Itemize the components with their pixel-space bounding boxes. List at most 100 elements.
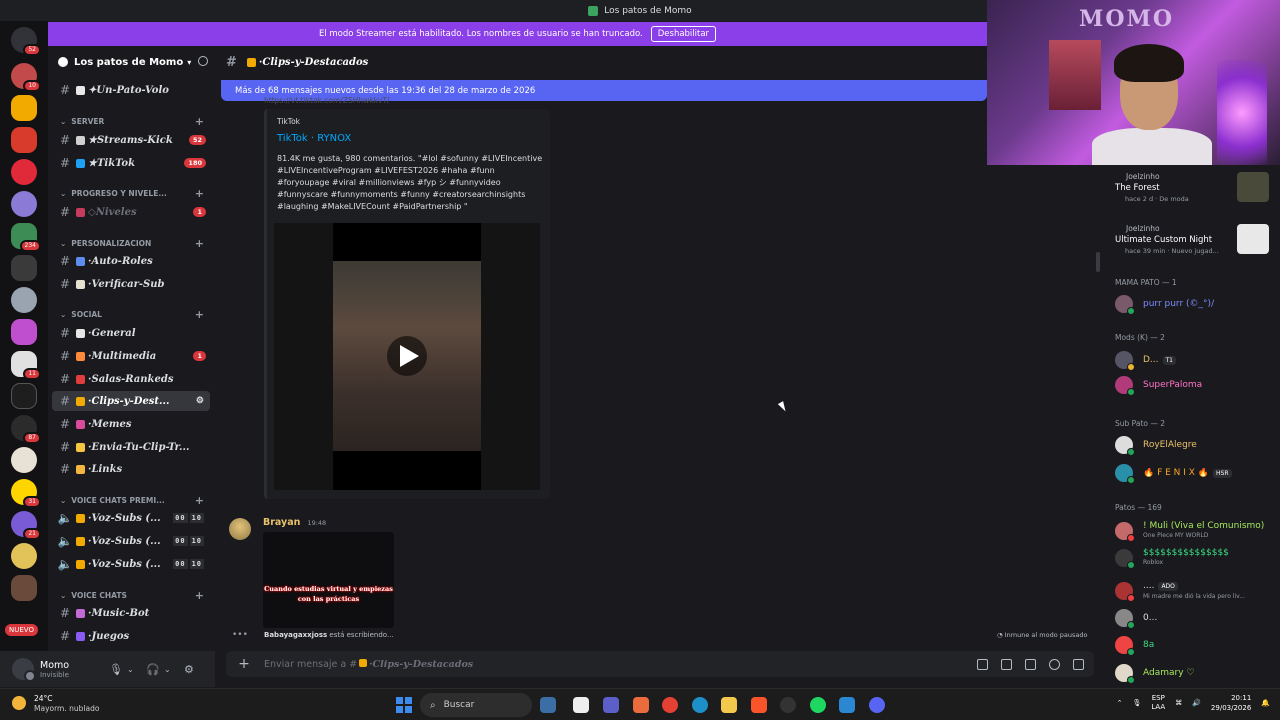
obs-icon[interactable] bbox=[780, 697, 796, 713]
channel-item[interactable]: 🔈 ·Voz-Subs (... 00 10 bbox=[52, 508, 210, 528]
server-icon[interactable] bbox=[11, 383, 37, 409]
member-row[interactable]: SuperPaloma bbox=[1115, 374, 1277, 396]
disable-streamer-button[interactable]: Deshabilitar bbox=[650, 26, 717, 42]
emoji-icon[interactable] bbox=[1049, 658, 1060, 670]
member-row[interactable]: $$$$$$$$$$$$$$$ Roblox bbox=[1115, 547, 1277, 569]
gear-icon[interactable]: ⚙ bbox=[184, 663, 194, 676]
server-header[interactable]: Los patos de Momo ▾ bbox=[58, 54, 208, 70]
language-indicator[interactable]: ESP LAA bbox=[1151, 694, 1165, 712]
volume-icon[interactable]: 🔊 bbox=[1192, 699, 1201, 707]
server-icon[interactable] bbox=[11, 159, 37, 185]
teams-icon[interactable] bbox=[603, 697, 619, 713]
channel-category[interactable]: ⌄ VOICE CHATS + bbox=[60, 588, 204, 602]
channel-item[interactable]: # ·Verificar-Sub bbox=[52, 274, 210, 294]
server-icon[interactable] bbox=[11, 575, 37, 601]
chevron-up-icon[interactable]: ⌃ bbox=[1117, 699, 1123, 707]
brave-icon[interactable] bbox=[751, 697, 767, 713]
message-attachment[interactable]: Cuando estudias virtual y empiezas con l… bbox=[263, 532, 394, 628]
copilot-icon[interactable] bbox=[540, 697, 556, 713]
chrome-icon[interactable] bbox=[662, 697, 678, 713]
network-icon[interactable]: ⌘ bbox=[1175, 699, 1182, 707]
server-icon[interactable]: 11 bbox=[11, 351, 41, 380]
server-icon[interactable] bbox=[11, 543, 37, 569]
member-row[interactable]: 🔥 F E N I X 🔥 HSR bbox=[1115, 462, 1277, 484]
channel-category[interactable]: ⌄ SERVER + bbox=[60, 114, 204, 128]
avatar[interactable] bbox=[229, 518, 251, 540]
channel-item[interactable]: # ✦Un-Pato-Volo bbox=[52, 80, 210, 100]
channel-item[interactable]: # ★Streams-Kick 52 bbox=[52, 130, 210, 150]
dm-home-icon[interactable]: 52 bbox=[11, 27, 41, 56]
member-row[interactable]: 8a bbox=[1115, 634, 1277, 656]
weather-widget[interactable]: 24°C Mayorm. nublado bbox=[12, 694, 99, 714]
channel-category[interactable]: ⌄ PROGRESO Y NIVELE... + bbox=[60, 186, 204, 200]
channel-category[interactable]: ⌄ PERSONALIZACION + bbox=[60, 236, 204, 250]
embed-video[interactable] bbox=[274, 223, 540, 490]
add-channel-icon[interactable]: + bbox=[195, 308, 204, 321]
server-icon[interactable]: 10 bbox=[11, 63, 41, 92]
microphone-icon[interactable]: 🎙 bbox=[109, 663, 123, 676]
channel-item[interactable]: 🔈 ·Voz-Subs (... 00 10 bbox=[52, 554, 210, 574]
channel-item[interactable]: # ◇Niveles 1 bbox=[52, 202, 210, 222]
gif-icon[interactable] bbox=[1001, 658, 1012, 670]
server-icon[interactable] bbox=[11, 95, 37, 121]
windows-start-icon[interactable] bbox=[396, 697, 412, 713]
channel-item[interactable]: # ·Auto-Roles bbox=[52, 251, 210, 271]
invite-icon[interactable] bbox=[198, 56, 208, 66]
add-channel-icon[interactable]: + bbox=[195, 237, 204, 250]
server-icon[interactable]: 234 bbox=[11, 223, 41, 252]
gift-icon[interactable] bbox=[977, 658, 988, 670]
member-row[interactable]: purr purr (©_°)/ bbox=[1115, 293, 1277, 315]
add-channel-icon[interactable]: + bbox=[195, 115, 204, 128]
channel-item[interactable]: # ·Juegos bbox=[52, 626, 210, 646]
server-icon[interactable]: 21 bbox=[11, 511, 41, 540]
channel-item[interactable]: # ·General bbox=[52, 323, 210, 343]
activity-card[interactable]: Joelzinho The Forest hace 2 d · De moda bbox=[1115, 172, 1275, 203]
task-view-icon[interactable] bbox=[573, 697, 589, 713]
message-link[interactable]: https://vt.tiktok.com/ZSHhwkkvT/ bbox=[264, 96, 464, 105]
server-icon[interactable] bbox=[11, 319, 37, 345]
channel-item[interactable]: # ·Clips-y-Dest... ⚙ bbox=[52, 391, 210, 411]
mic-tray-icon[interactable]: 🎙 bbox=[1132, 699, 1141, 707]
headphones-icon[interactable]: 🎧 bbox=[146, 663, 160, 676]
server-icon[interactable] bbox=[11, 287, 37, 313]
channel-item[interactable]: # ★TikTok 180 bbox=[52, 153, 210, 173]
file-explorer-icon[interactable] bbox=[721, 697, 737, 713]
channel-item[interactable]: # ·Links bbox=[52, 459, 210, 479]
server-icon[interactable] bbox=[11, 191, 37, 217]
edge-icon[interactable] bbox=[692, 697, 708, 713]
message-composer[interactable]: + Enviar mensaje a # ·Clips-y-Destacados bbox=[226, 651, 1094, 677]
discord-icon[interactable] bbox=[869, 697, 885, 713]
channel-category[interactable]: ⌄ VOICE CHATS PREMI... + bbox=[60, 493, 204, 507]
apps-icon[interactable] bbox=[1073, 658, 1084, 670]
channel-item[interactable]: 🔈 ·Voz-Subs (... 00 10 bbox=[52, 531, 210, 551]
play-icon[interactable] bbox=[387, 336, 427, 376]
composer-placeholder[interactable]: Enviar mensaje a # ·Clips-y-Destacados bbox=[264, 658, 473, 670]
chevron-down-icon[interactable]: ⌄ bbox=[127, 665, 134, 674]
server-icon[interactable] bbox=[11, 447, 37, 473]
member-row[interactable]: .... ADO Mi madre me dió la vida pero liv.… bbox=[1115, 580, 1277, 602]
server-icon[interactable]: 87 bbox=[11, 415, 41, 444]
sticker-icon[interactable] bbox=[1025, 658, 1036, 670]
clock[interactable]: 20:11 29/03/2026 bbox=[1211, 693, 1251, 713]
avatar[interactable] bbox=[12, 658, 36, 682]
store-icon[interactable] bbox=[839, 697, 855, 713]
taskbar-search[interactable]: ⌕ Buscar bbox=[420, 693, 532, 717]
channel-category[interactable]: ⌄ SOCIAL + bbox=[60, 307, 204, 321]
channel-item[interactable]: # ·Salas-Rankeds bbox=[52, 369, 210, 389]
member-row[interactable]: 0... bbox=[1115, 607, 1277, 629]
message-author[interactable]: Brayan bbox=[263, 517, 300, 528]
embed-title[interactable]: TikTok · RYNOX bbox=[277, 133, 351, 144]
member-row[interactable]: ! Muli (Viva el Comunismo) One Piece MY W… bbox=[1115, 520, 1277, 542]
channel-item[interactable]: # ·Music-Bot bbox=[52, 603, 210, 623]
gear-icon[interactable]: ⚙ bbox=[196, 396, 204, 406]
server-icon[interactable] bbox=[11, 255, 37, 281]
channel-item[interactable]: # ·Envia-Tu-Clip-Tr... bbox=[52, 437, 210, 457]
add-channel-icon[interactable]: + bbox=[195, 187, 204, 200]
notification-icon[interactable]: 🔔 bbox=[1261, 699, 1270, 707]
member-row[interactable]: D... T1 bbox=[1115, 349, 1277, 371]
chevron-down-icon[interactable]: ⌄ bbox=[164, 665, 171, 674]
channel-item[interactable]: # ·Multimedia 1 bbox=[52, 346, 210, 366]
add-channel-icon[interactable]: + bbox=[195, 494, 204, 507]
spotify-icon[interactable] bbox=[810, 697, 826, 713]
add-attachment-icon[interactable]: + bbox=[234, 656, 254, 672]
